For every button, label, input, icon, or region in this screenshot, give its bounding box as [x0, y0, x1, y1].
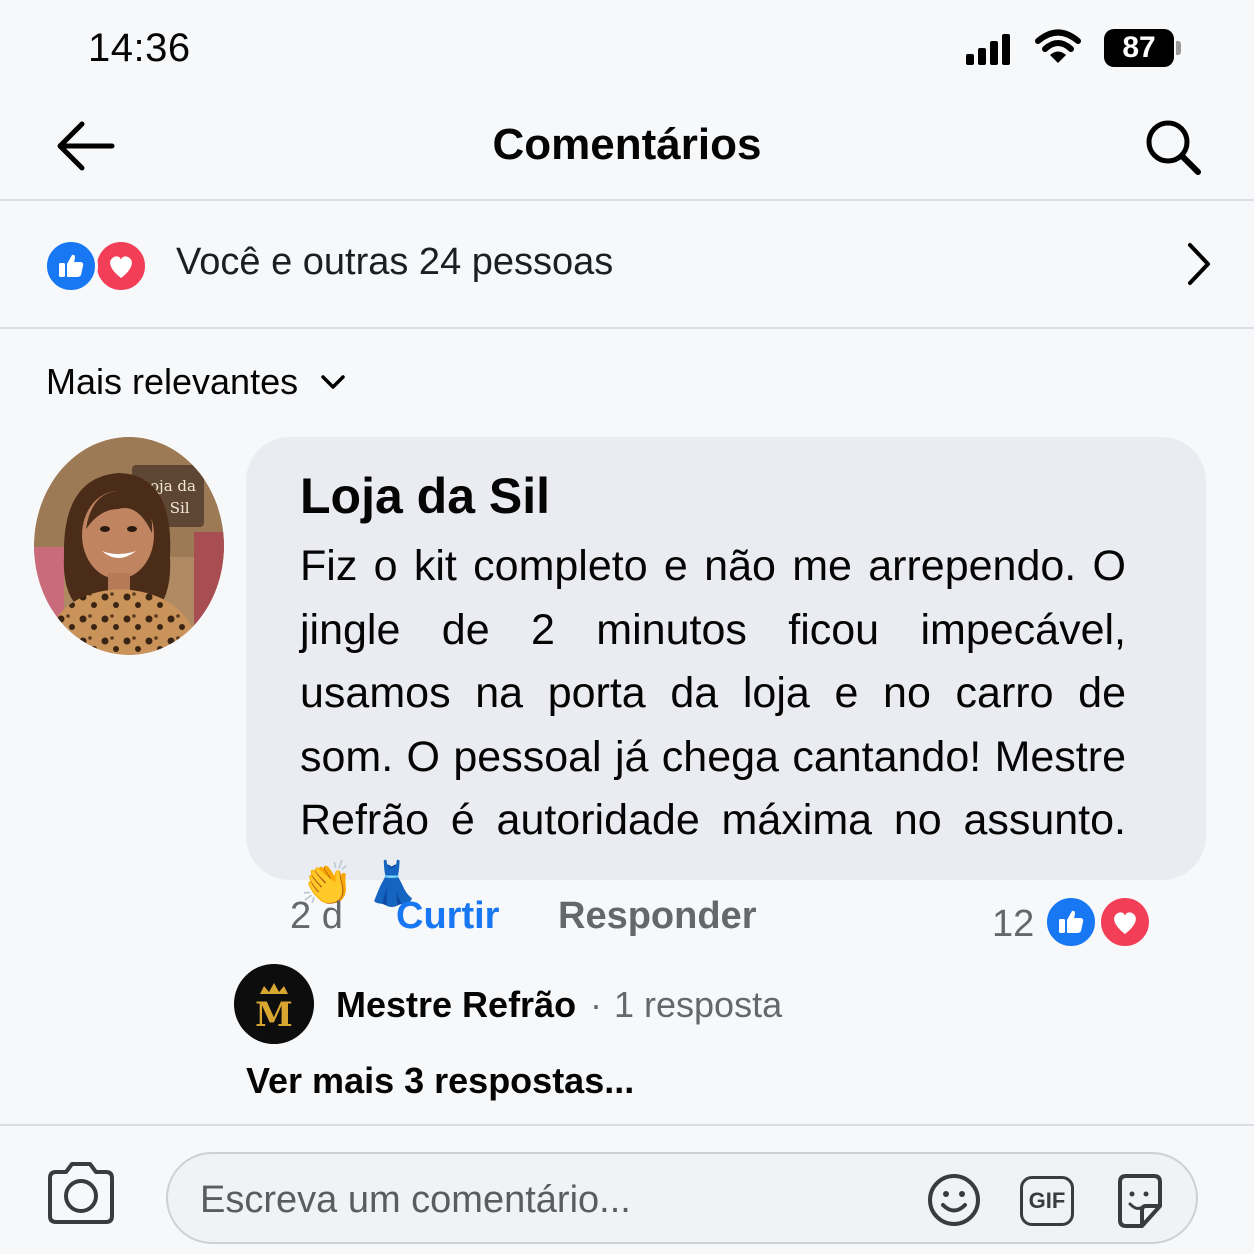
- reply-preview[interactable]: M Mestre Refrão · 1 resposta: [234, 964, 934, 1044]
- page-title: Comentários: [492, 120, 762, 169]
- reactions-summary-text: Você e outras 24 pessoas: [176, 241, 614, 283]
- reactions-summary-row[interactable]: Você e outras 24 pessoas: [0, 201, 1254, 329]
- camera-icon[interactable]: [44, 1160, 118, 1226]
- like-button[interactable]: Curtir: [396, 895, 499, 938]
- battery-tip: [1176, 41, 1181, 55]
- love-icon: [1098, 895, 1152, 949]
- status-bar: 14:36 87: [0, 0, 1254, 100]
- reply-author: Mestre Refrão: [336, 984, 577, 1025]
- reaction-icons: [44, 239, 154, 293]
- sort-label: Mais relevantes: [46, 361, 299, 402]
- wifi-icon: [1035, 29, 1081, 63]
- reply-button[interactable]: Responder: [558, 895, 756, 938]
- comment-timestamp: 2 d: [290, 895, 343, 937]
- love-icon: [94, 239, 148, 293]
- search-icon[interactable]: [1142, 116, 1204, 178]
- like-icon: [44, 239, 98, 293]
- view-more-replies-link[interactable]: Ver mais 3 respostas...: [246, 1060, 634, 1102]
- chevron-down-icon: [321, 375, 345, 389]
- emoji-icon[interactable]: [926, 1172, 982, 1228]
- comment-actions: 2 d Curtir Responder 12: [0, 895, 1254, 949]
- comment-input[interactable]: [200, 1176, 900, 1224]
- reply-avatar-letter: M: [255, 995, 293, 1035]
- sticker-icon[interactable]: [1112, 1172, 1166, 1230]
- signal-icon: [966, 34, 1010, 65]
- reply-avatar[interactable]: M: [234, 964, 314, 1044]
- avatar[interactable]: Loja da da Sil: [34, 437, 224, 655]
- comment-input-wrapper: GIF: [166, 1152, 1198, 1244]
- sort-dropdown[interactable]: Mais relevantes: [46, 360, 346, 404]
- reply-count: 1 resposta: [614, 984, 783, 1025]
- battery-level: 87: [1104, 29, 1174, 67]
- comment-author[interactable]: Loja da Sil: [300, 467, 550, 525]
- comment-text: Fiz o kit completo e não me arrependo. O…: [300, 542, 1126, 908]
- gif-button[interactable]: GIF: [1020, 1176, 1074, 1226]
- battery-icon: 87: [1104, 29, 1182, 67]
- reply-separator: ·: [590, 984, 602, 1025]
- like-icon: [1044, 895, 1098, 949]
- chevron-right-icon: [1188, 243, 1210, 285]
- comment-bubble: Loja da Sil Fiz o kit completo e não me …: [246, 437, 1206, 908]
- comment-composer: GIF: [0, 1124, 1254, 1254]
- status-time: 14:36: [88, 26, 191, 70]
- top-app-bar: Comentários: [0, 100, 1254, 201]
- reaction-count[interactable]: 12: [992, 903, 1034, 946]
